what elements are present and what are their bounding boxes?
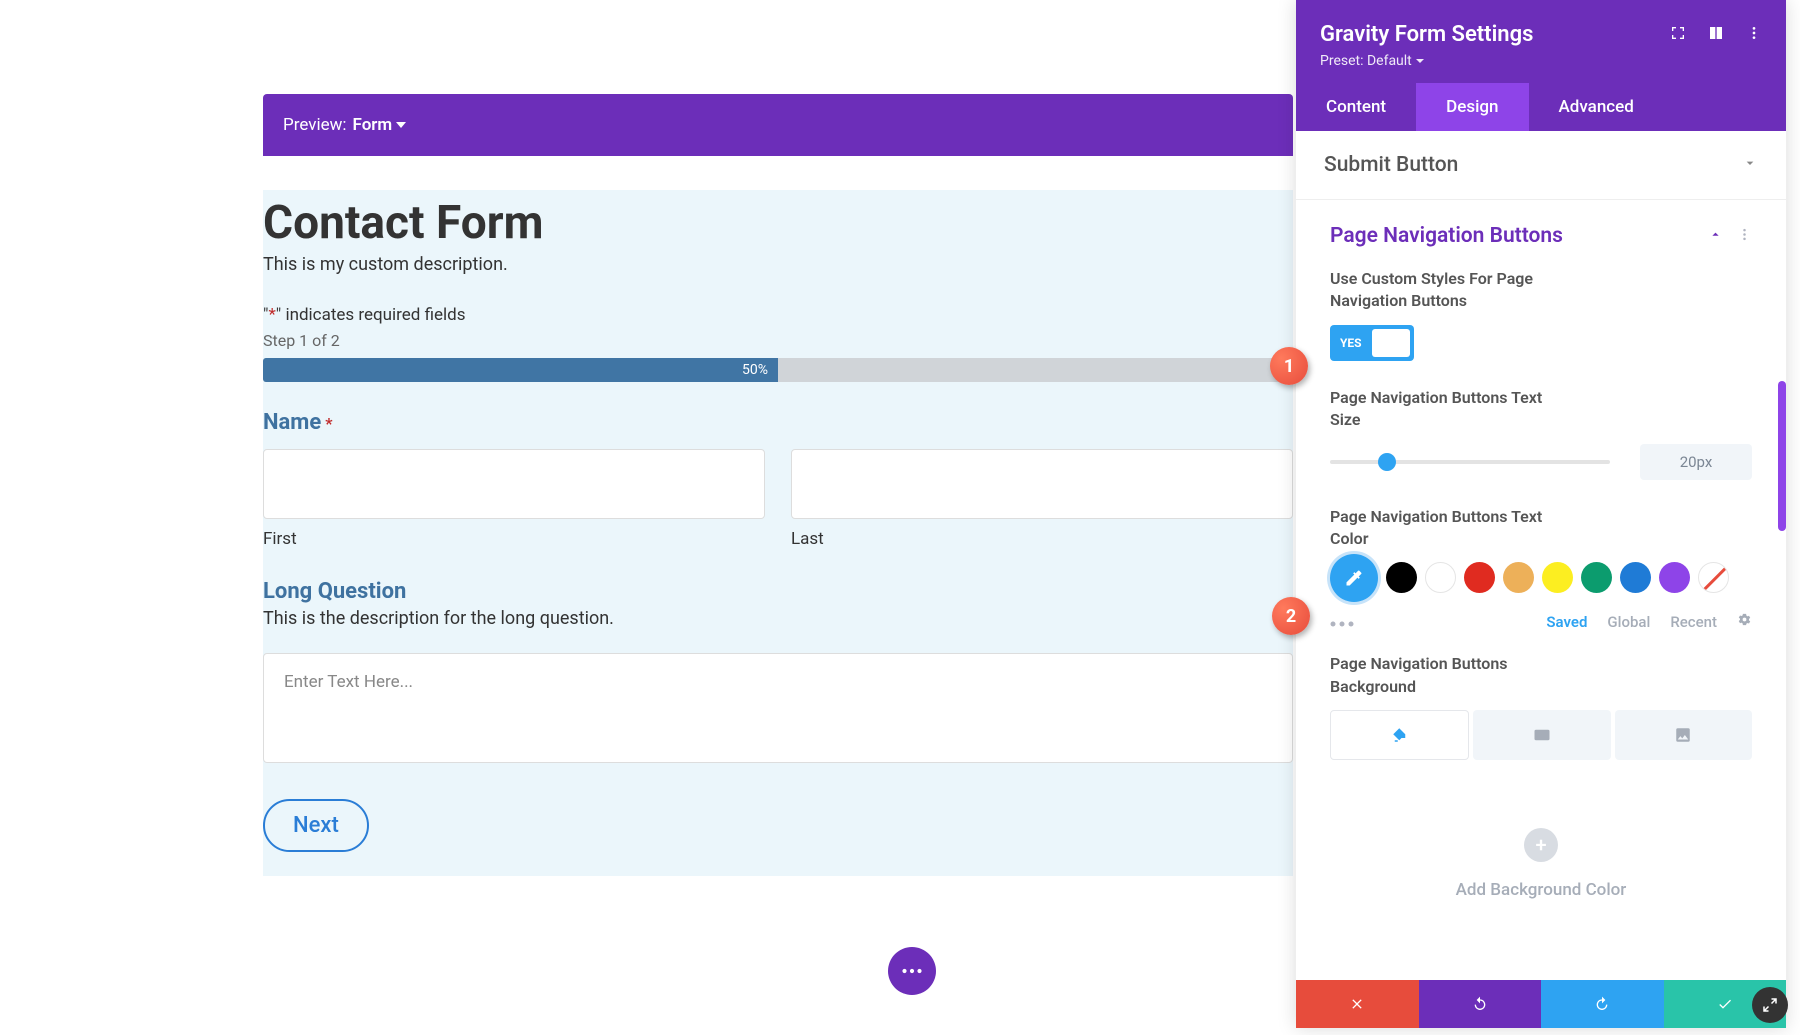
custom-styles-label: Use Custom Styles For Page Navigation Bu… <box>1330 268 1570 313</box>
toggle-knob <box>1372 329 1410 357</box>
color-picker-button[interactable] <box>1330 554 1378 602</box>
swatch-black[interactable] <box>1386 562 1417 593</box>
progress-bar: 50% <box>263 358 1293 382</box>
color-swatches <box>1330 562 1752 602</box>
next-button[interactable]: Next <box>263 799 369 852</box>
palette-recent[interactable]: Recent <box>1670 613 1717 631</box>
required-fields-note: "*" indicates required fields <box>263 305 1293 325</box>
page-nav-title[interactable]: Page Navigation Buttons <box>1330 224 1563 248</box>
long-question-label: Long Question <box>263 579 1293 604</box>
preview-area: Preview: Form Contact Form This is my cu… <box>0 0 1293 1035</box>
name-field-label: Name* <box>263 410 1293 435</box>
swatch-yellow[interactable] <box>1542 562 1573 593</box>
settings-sidebar: Gravity Form Settings Preset: Default Co… <box>1296 0 1786 1028</box>
expand-icon[interactable] <box>1670 25 1686 45</box>
long-question-textarea[interactable]: Enter Text Here... <box>263 653 1293 763</box>
last-name-input[interactable] <box>791 449 1293 519</box>
annotation-2: 2 <box>1272 597 1310 635</box>
swatch-none[interactable] <box>1698 562 1729 593</box>
caret-down-icon[interactable] <box>396 122 406 128</box>
expand-corner-button[interactable] <box>1752 987 1788 1023</box>
form-title: Contact Form <box>263 190 1293 250</box>
sidebar-scrollbar[interactable] <box>1778 381 1786 531</box>
swatch-red[interactable] <box>1464 562 1495 593</box>
preset-selector[interactable]: Preset: Default <box>1320 53 1762 69</box>
bg-tab-gradient[interactable] <box>1473 710 1610 760</box>
form-description: This is my custom description. <box>263 254 1293 275</box>
swatch-purple[interactable] <box>1659 562 1690 593</box>
sidebar-footer <box>1296 980 1786 1028</box>
last-name-sublabel: Last <box>791 529 1293 549</box>
palette-global[interactable]: Global <box>1607 613 1650 631</box>
floating-action-button[interactable] <box>888 947 936 995</box>
sidebar-tabs: Content Design Advanced <box>1296 83 1786 131</box>
form-container: Contact Form This is my custom descripti… <box>263 190 1293 876</box>
slider-thumb[interactable] <box>1378 453 1396 471</box>
palette-saved[interactable]: Saved <box>1546 613 1587 631</box>
progress-fill: 50% <box>263 358 778 382</box>
swatch-orange[interactable] <box>1503 562 1534 593</box>
chevron-down-icon <box>1742 153 1758 177</box>
preview-bar: Preview: Form <box>263 94 1293 156</box>
sidebar-header: Gravity Form Settings Preset: Default <box>1296 0 1786 83</box>
tab-design[interactable]: Design <box>1416 83 1528 131</box>
preview-label: Preview: <box>283 115 347 135</box>
add-bg-area[interactable]: + Add Background Color <box>1330 784 1752 944</box>
swatch-teal[interactable] <box>1581 562 1612 593</box>
text-size-slider[interactable] <box>1330 460 1610 464</box>
submit-button-accordion[interactable]: Submit Button <box>1296 131 1786 200</box>
tab-advanced[interactable]: Advanced <box>1529 83 1664 131</box>
first-name-sublabel: First <box>263 529 765 549</box>
bg-label: Page Navigation Buttons Background <box>1330 653 1570 698</box>
bg-tab-image[interactable] <box>1615 710 1752 760</box>
page-nav-section: Page Navigation Buttons Use Custom Style… <box>1296 200 1786 968</box>
step-indicator: Step 1 of 2 <box>263 331 1293 350</box>
more-icon[interactable] <box>1746 25 1762 45</box>
text-size-value[interactable]: 20px <box>1640 444 1752 480</box>
text-size-label: Page Navigation Buttons Text Size <box>1330 387 1570 432</box>
preview-value[interactable]: Form <box>353 115 393 135</box>
swatch-blue[interactable] <box>1620 562 1651 593</box>
sidebar-title: Gravity Form Settings <box>1320 22 1533 47</box>
sidebar-body: Submit Button Page Navigation Buttons Us… <box>1296 131 1786 980</box>
annotation-1: 1 <box>1270 347 1308 385</box>
first-name-input[interactable] <box>263 449 765 519</box>
redo-button[interactable] <box>1541 980 1664 1028</box>
palette-settings-icon[interactable] <box>1737 612 1752 631</box>
tab-content[interactable]: Content <box>1296 83 1416 131</box>
text-color-label: Page Navigation Buttons Text Color <box>1330 506 1570 551</box>
swatch-white[interactable] <box>1425 562 1456 593</box>
custom-styles-toggle[interactable]: YES <box>1330 325 1414 361</box>
palette-more-icon[interactable] <box>1330 612 1354 631</box>
section-more-icon[interactable] <box>1737 227 1752 246</box>
columns-icon[interactable] <box>1708 25 1724 45</box>
chevron-up-icon[interactable] <box>1708 227 1723 246</box>
caret-down-icon <box>1416 59 1424 63</box>
discard-button[interactable] <box>1296 980 1419 1028</box>
bg-tab-color[interactable] <box>1330 710 1469 760</box>
undo-button[interactable] <box>1419 980 1542 1028</box>
plus-icon[interactable]: + <box>1524 828 1558 862</box>
long-question-desc: This is the description for the long que… <box>263 608 1293 629</box>
